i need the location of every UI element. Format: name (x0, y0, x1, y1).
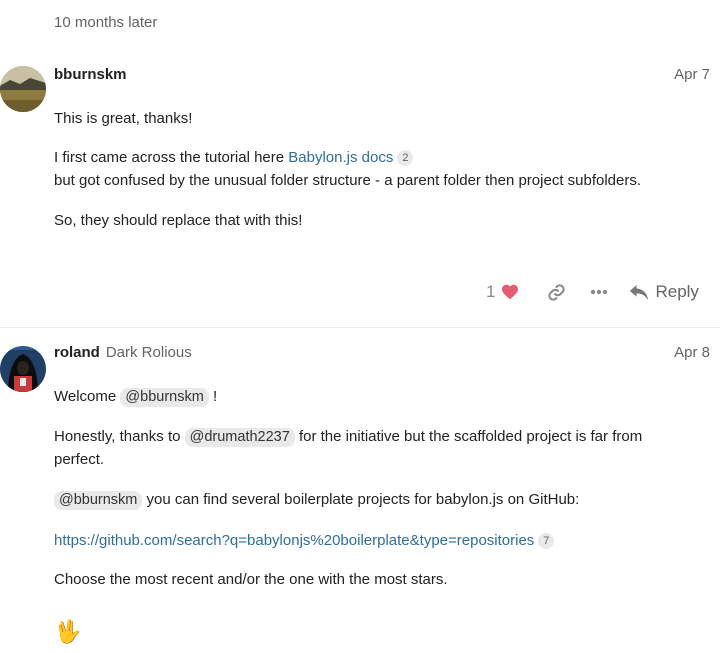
reply-button[interactable]: Reply (629, 282, 699, 302)
user-mention[interactable]: @bburnskm (54, 491, 143, 510)
avatar-bburnskm[interactable] (0, 66, 46, 112)
post-paragraph: Welcome @bburnskm ! (54, 385, 217, 408)
post-paragraph: @bburnskm you can find several boilerpla… (54, 488, 579, 511)
vulcan-salute-emoji: 🖖 (54, 619, 82, 644)
post-username[interactable]: bburnskm (54, 66, 127, 83)
paragraph-text: but got confused by the unusual folder s… (54, 172, 642, 189)
paragraph-text: you can find several boilerplate project… (142, 491, 580, 508)
user-mention[interactable]: @drumath2237 (184, 428, 295, 447)
post-paragraph: This is great, thanks! (54, 110, 193, 127)
heart-icon[interactable] (501, 284, 519, 300)
post-date[interactable]: Apr 8 (674, 344, 710, 361)
post-username[interactable]: roland (54, 344, 100, 361)
reply-label: Reply (655, 282, 699, 301)
post-paragraph: I first came across the tutorial here Ba… (54, 146, 714, 192)
babylon-docs-link[interactable]: Babylon.js docs (288, 149, 393, 166)
time-gap-label: 10 months later (54, 14, 158, 31)
post-paragraph: Choose the most recent and/or the one wi… (54, 571, 448, 588)
post-author: roland Dark Rolious (54, 344, 192, 362)
paragraph-text: Honestly, thanks to (54, 428, 185, 445)
landscape-avatar-icon (0, 66, 46, 112)
reply-arrow-icon (630, 284, 649, 300)
github-search-link[interactable]: https://github.com/search?q=babylonjs%20… (54, 532, 534, 549)
paragraph-text: I first came across the tutorial here (54, 149, 289, 166)
post-date[interactable]: Apr 7 (674, 66, 710, 83)
paragraph-text: Welcome (54, 388, 121, 405)
post-paragraph: Honestly, thanks to @drumath2237 for the… (54, 425, 694, 471)
paragraph-text: ! (208, 388, 218, 405)
post-divider (0, 327, 720, 328)
post-paragraph: https://github.com/search?q=babylonjs%20… (54, 529, 555, 552)
link-click-count-badge: 7 (538, 533, 555, 549)
hooded-figure-avatar-icon (0, 346, 46, 392)
more-options-icon[interactable] (590, 289, 608, 295)
copy-link-icon[interactable] (547, 283, 566, 302)
link-click-count-badge: 2 (397, 150, 414, 166)
post-paragraph: So, they should replace that with this! (54, 212, 303, 229)
user-mention[interactable]: @bburnskm (120, 388, 209, 407)
like-count[interactable]: 1 (486, 282, 495, 302)
post-fullname[interactable]: Dark Rolious (106, 344, 192, 361)
avatar-roland[interactable] (0, 346, 46, 392)
post-actions: 1 Reply (486, 280, 699, 304)
